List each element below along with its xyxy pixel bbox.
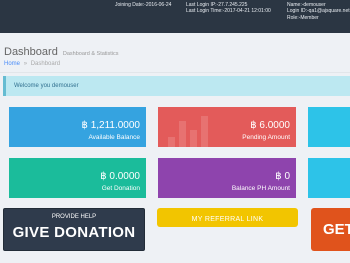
breadcrumb-current: Dashboard xyxy=(30,61,61,67)
login-id: Login ID:-qa1@ajsquare.net xyxy=(287,8,350,15)
pending-amount-card[interactable]: ฿ 6.0000 Pending Amount xyxy=(158,107,296,147)
header-column-user: Name:-demouser Login ID:-qa1@ajsquare.ne… xyxy=(287,2,350,21)
get-help-button[interactable]: GET xyxy=(311,208,350,251)
balance-ph-card[interactable]: ฿ 0 Balance PH Amount xyxy=(158,158,296,198)
pending-amount-value: ฿ 6.0000 xyxy=(250,120,290,131)
welcome-notice: Welcome you demouser xyxy=(3,76,350,96)
header-column-joining: Joining Date:-2016-06-24 xyxy=(115,2,171,8)
give-donation-button[interactable]: PROVIDE HELP GIVE DONATION xyxy=(3,208,145,251)
stat-card-partial-bottom[interactable] xyxy=(308,158,350,198)
get-donation-label: Get Donation xyxy=(101,185,140,192)
available-balance-label: Available Balance xyxy=(88,134,140,141)
give-donation-label: GIVE DONATION xyxy=(12,224,136,241)
breadcrumb-separator: » xyxy=(23,61,28,67)
user-role: Role:-Member xyxy=(287,14,319,21)
breadcrumb: Home » Dashboard xyxy=(4,61,60,67)
referral-link-label: MY REFERRAL LINK xyxy=(191,216,264,223)
balance-ph-label: Balance PH Amount xyxy=(231,185,290,192)
welcome-notice-text: Welcome you demouser xyxy=(14,82,79,89)
get-donation-value: ฿ 0.0000 xyxy=(100,171,140,182)
page-title-text: Dashboard xyxy=(4,46,58,58)
stat-card-partial-top[interactable] xyxy=(308,107,350,147)
provide-help-caption: PROVIDE HELP xyxy=(51,214,97,220)
page-title: Dashboard Dashboard & Statistics xyxy=(4,46,119,58)
available-balance-value: ฿ 1,211.0000 xyxy=(81,120,140,131)
last-login-time: Last Login Time:-2017-04-21 12:01:00 xyxy=(186,8,271,15)
top-header-bar: Joining Date:-2016-06-24 Last Login IP:-… xyxy=(0,0,350,33)
get-donation-card[interactable]: ฿ 0.0000 Get Donation xyxy=(9,158,146,198)
available-balance-card[interactable]: ฿ 1,211.0000 Available Balance xyxy=(9,107,146,147)
balance-ph-value: ฿ 0 xyxy=(275,171,290,182)
get-help-label: GET xyxy=(323,221,350,238)
bar-chart-icon xyxy=(166,111,210,147)
pending-amount-label: Pending Amount xyxy=(242,134,290,141)
header-column-login: Last Login IP:-27.7.245.225 Last Login T… xyxy=(186,2,271,15)
page-subtitle: Dashboard & Statistics xyxy=(62,51,119,57)
joining-date: Joining Date:-2016-06-24 xyxy=(115,2,172,8)
breadcrumb-divider xyxy=(0,72,350,73)
referral-link-button[interactable]: MY REFERRAL LINK xyxy=(157,208,298,227)
breadcrumb-home-link[interactable]: Home xyxy=(4,61,20,67)
